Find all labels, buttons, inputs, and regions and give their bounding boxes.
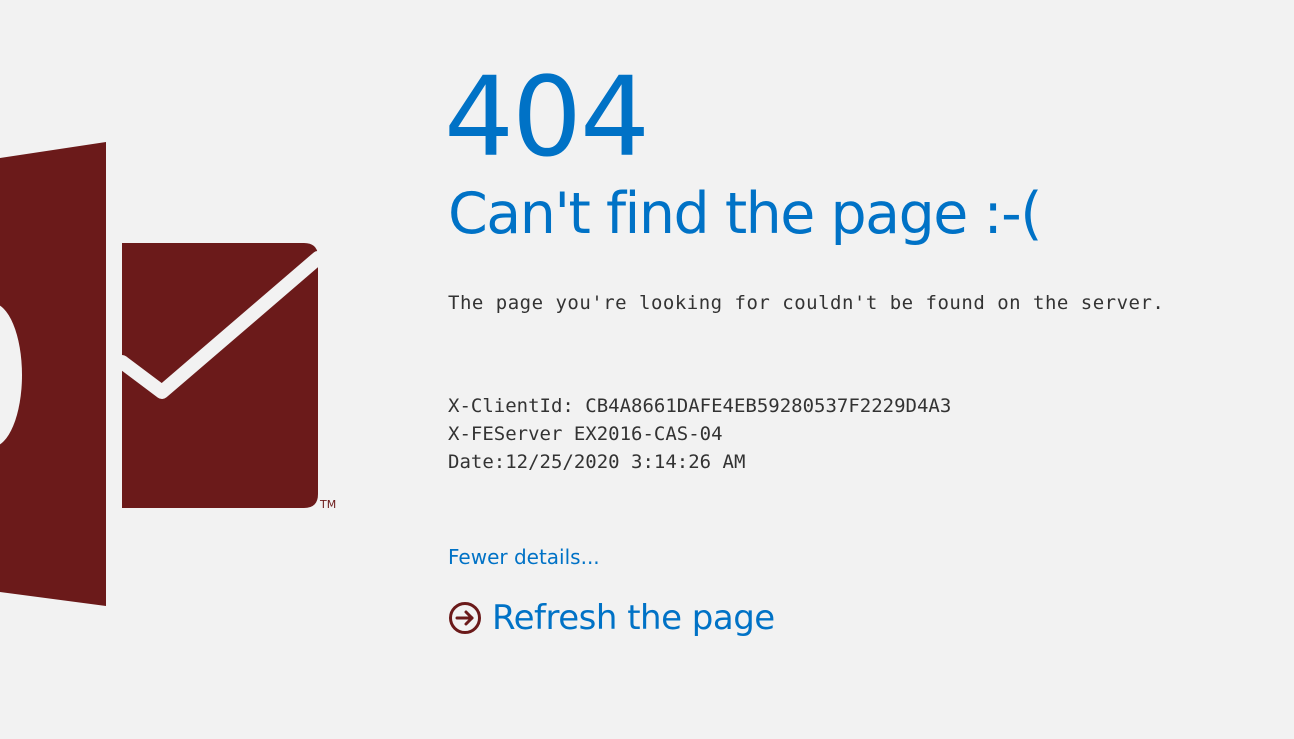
error-headline: Can't find the page :-( [448, 181, 1042, 247]
trademark-text: TM [319, 498, 336, 511]
date-line: Date:12/25/2020 3:14:26 AM [448, 451, 746, 473]
refresh-page-link[interactable]: Refresh the page [448, 598, 775, 638]
error-message: The page you're looking for couldn't be … [448, 292, 1165, 314]
refresh-label[interactable]: Refresh the page [492, 598, 775, 638]
client-id-line: X-ClientId: CB4A8661DAFE4EB59280537F2229… [448, 395, 952, 417]
error-code: 404 [444, 53, 650, 181]
fe-server-line: X-FEServer EX2016-CAS-04 [448, 423, 723, 445]
arrow-circle-right-icon [448, 601, 482, 635]
outlook-logo-icon: TM [0, 0, 340, 739]
error-details: X-ClientId: CB4A8661DAFE4EB59280537F2229… [448, 392, 951, 476]
fewer-details-link[interactable]: Fewer details... [448, 545, 600, 569]
